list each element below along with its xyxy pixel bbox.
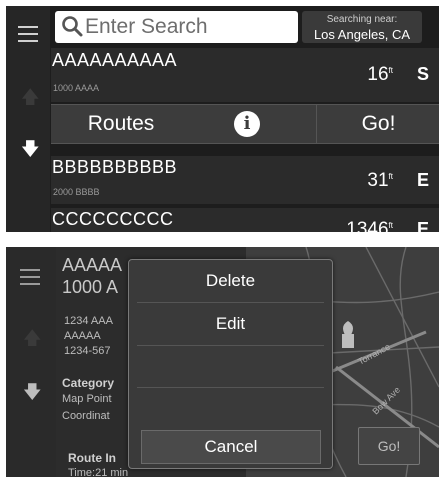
- result-distance: 31ft: [367, 170, 393, 191]
- divider: [137, 387, 324, 388]
- edit-button[interactable]: Edit: [135, 304, 326, 344]
- result-distance: 1346ft: [346, 219, 393, 232]
- result-row[interactable]: CCCCCCCCC 1346ft E: [51, 208, 439, 232]
- search-icon: [62, 16, 83, 37]
- searching-near-label: Searching near:: [326, 14, 398, 25]
- arrow-up-icon[interactable]: 🡅: [23, 329, 42, 347]
- place-name: AAAAA: [62, 255, 123, 275]
- arrow-down-icon[interactable]: 🡇: [21, 140, 40, 158]
- searching-near-location: Los Angeles, CA: [313, 27, 411, 42]
- result-distance: 16ft: [367, 64, 393, 85]
- result-direction: S: [416, 64, 429, 84]
- divider: [137, 345, 324, 346]
- divider: [137, 302, 324, 303]
- distance-unit: ft: [388, 66, 393, 75]
- arrow-up-icon[interactable]: 🡅: [21, 88, 40, 106]
- coordinates-label: Coordinat: [62, 410, 110, 422]
- result-name: BBBBBBBBBB: [52, 157, 178, 177]
- side-nav: 🡅 🡇: [6, 247, 56, 477]
- address-line: AAAAA: [64, 330, 101, 342]
- arrow-down-icon[interactable]: 🡇: [23, 383, 42, 401]
- go-button[interactable]: Go!: [316, 105, 439, 143]
- route-time: Time:21 min: [68, 467, 129, 477]
- search-results-screen: 🡅 🡇 Searching near: Los Angeles, CA AAAA…: [6, 6, 439, 232]
- result-name: CCCCCCCCC: [52, 209, 174, 229]
- info-icon[interactable]: i: [234, 111, 260, 137]
- distance-unit: ft: [388, 221, 393, 230]
- result-address: 2000 BBBB: [53, 187, 100, 197]
- category-label: Category: [62, 376, 115, 390]
- phone-number: 1234-567: [64, 345, 111, 357]
- go-button[interactable]: Go!: [358, 427, 420, 465]
- delete-button[interactable]: Delete: [135, 261, 326, 301]
- options-popup: Delete Edit Cancel: [128, 259, 333, 469]
- category-value: Map Point: [62, 393, 112, 405]
- result-row[interactable]: BBBBBBBBBB 2000 BBBB 31ft E: [51, 156, 439, 204]
- result-address: 1000 AAAA: [53, 83, 100, 93]
- place-address: 1000 A: [62, 277, 119, 297]
- search-input[interactable]: [85, 11, 290, 43]
- search-box[interactable]: [55, 11, 298, 43]
- location-detail-screen: Torrance Bow Ave 🡅 🡇 AAAAA 1000 A 1234 A…: [6, 247, 439, 477]
- hamburger-icon[interactable]: [18, 26, 38, 42]
- result-direction: E: [416, 170, 429, 190]
- cancel-button[interactable]: Cancel: [141, 430, 321, 464]
- result-row[interactable]: AAAAAAAAAA 1000 AAAA 16ft S: [51, 48, 439, 102]
- distance-unit: ft: [388, 172, 393, 181]
- result-direction: E: [416, 219, 429, 232]
- result-action-bar: Routes i Go!: [51, 104, 439, 144]
- searching-near-button[interactable]: Searching near: Los Angeles, CA: [302, 11, 422, 43]
- route-info-label: Route In: [68, 451, 116, 465]
- address-line: 1234 AAA: [64, 315, 113, 327]
- hamburger-icon[interactable]: [20, 269, 40, 285]
- result-name: AAAAAAAAAA: [52, 50, 178, 70]
- routes-button[interactable]: Routes: [51, 105, 191, 143]
- side-nav: 🡅 🡇: [6, 6, 50, 232]
